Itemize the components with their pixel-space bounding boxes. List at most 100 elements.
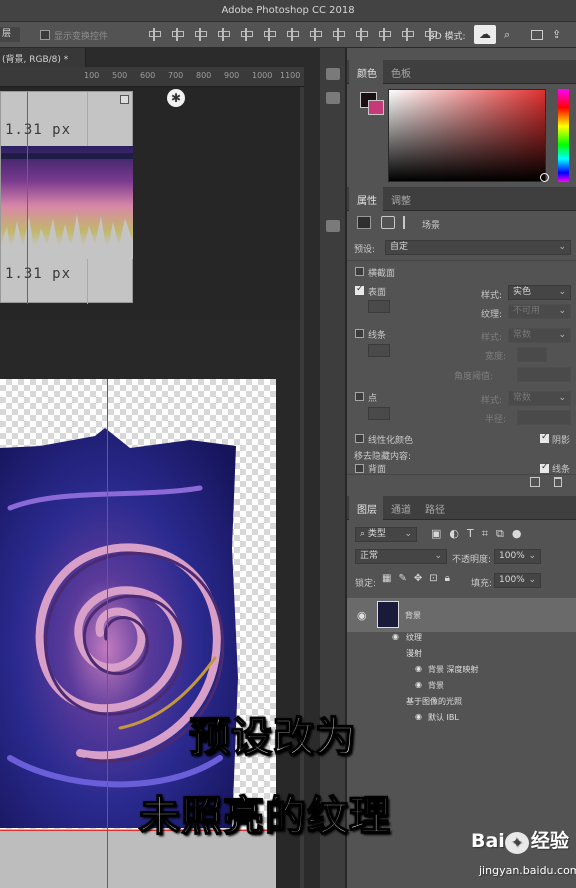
options-bar: 层 显示变换控件 3D 模式: ☁ ⌕ ⇪ bbox=[0, 22, 576, 48]
measurement-preview: 1.31 px 1.31 px bbox=[0, 91, 133, 304]
lock-transparency-icon[interactable]: ▦ bbox=[382, 573, 391, 584]
align-icon[interactable] bbox=[148, 28, 161, 41]
lines-checkbox[interactable] bbox=[355, 329, 364, 338]
tab-color[interactable]: 颜色 bbox=[357, 65, 377, 80]
width-field[interactable] bbox=[517, 347, 547, 362]
blue-guide bbox=[107, 379, 108, 888]
sub-item-default-ibl[interactable]: 默认 IBL bbox=[428, 712, 459, 723]
lock-artboard-icon[interactable]: ⊡ bbox=[429, 573, 437, 584]
paw-icon: ✦ bbox=[504, 832, 529, 854]
show-transform-checkbox[interactable] bbox=[40, 30, 50, 40]
sub-item-texture[interactable]: 纹理 bbox=[406, 632, 422, 643]
surface-checkbox[interactable] bbox=[355, 284, 364, 295]
lock-icons: ▦ ✎ ✥ ⊡ 🔒︎ bbox=[382, 573, 450, 584]
tab-swatches[interactable]: 色板 bbox=[391, 65, 411, 80]
sub-item-ibl[interactable]: 基于图像的光照 bbox=[406, 696, 462, 707]
lines-style-dropdown[interactable]: 常数 ⌄ bbox=[508, 328, 571, 343]
type-filter-icon[interactable]: T bbox=[467, 527, 474, 541]
blend-mode-dropdown[interactable]: 正常 ⌄ bbox=[355, 549, 447, 564]
linearize-colors-checkbox[interactable] bbox=[355, 434, 364, 443]
swirl-3d-artwork[interactable] bbox=[0, 428, 240, 828]
lines-color-swatch[interactable] bbox=[368, 344, 390, 357]
measurement-top: 1.31 px bbox=[5, 122, 72, 138]
preset-label: 预设: bbox=[354, 245, 376, 255]
radius-field[interactable] bbox=[517, 410, 571, 425]
tab-properties[interactable]: 属性 bbox=[357, 192, 377, 207]
preview-resize-icon[interactable] bbox=[120, 95, 129, 104]
tab-channels[interactable]: 通道 bbox=[391, 501, 411, 516]
distribute-icon[interactable] bbox=[309, 28, 322, 41]
align-icon[interactable] bbox=[263, 28, 276, 41]
visibility-eye-icon[interactable]: ◉ bbox=[415, 712, 422, 721]
scene-label[interactable]: 场景 bbox=[422, 218, 440, 231]
shape-filter-icon[interactable]: ⌗ bbox=[482, 527, 488, 541]
points-checkbox[interactable] bbox=[355, 392, 364, 401]
color-picker-field[interactable] bbox=[388, 89, 549, 182]
preset-dropdown[interactable]: 自定 ⌄ bbox=[385, 240, 571, 255]
shadow-checkbox[interactable] bbox=[540, 432, 549, 443]
cloud-icon[interactable]: ☁ bbox=[474, 25, 496, 44]
color-picker-ring[interactable] bbox=[540, 173, 549, 182]
share-icon[interactable]: ⇪ bbox=[552, 28, 561, 41]
align-icon[interactable] bbox=[171, 28, 184, 41]
workspace-icon[interactable] bbox=[531, 30, 543, 40]
distribute-icon[interactable] bbox=[401, 28, 414, 41]
lines-hidden-checkbox[interactable] bbox=[540, 462, 549, 473]
hue-slider[interactable] bbox=[558, 89, 569, 182]
points-style-dropdown[interactable]: 常数 ⌄ bbox=[508, 391, 571, 406]
texture-dropdown[interactable]: 不可用 ⌄ bbox=[508, 304, 571, 319]
ruler-tick: 800 bbox=[196, 71, 212, 80]
sub-item-depth-map[interactable]: 背景 深度映射 bbox=[428, 664, 479, 675]
visibility-eye-icon[interactable]: ◉ bbox=[392, 632, 399, 641]
light-icon[interactable] bbox=[403, 216, 417, 229]
distribute-icon[interactable] bbox=[378, 28, 391, 41]
align-icon[interactable] bbox=[194, 28, 207, 41]
filter-kind: 类型 bbox=[367, 529, 386, 539]
sub-item-background[interactable]: 背景 bbox=[428, 680, 444, 691]
lock-all-icon[interactable]: 🔒︎ bbox=[445, 573, 450, 584]
surface-color-swatch[interactable] bbox=[368, 300, 390, 313]
points-color-swatch[interactable] bbox=[368, 407, 390, 420]
panel-icon[interactable] bbox=[326, 68, 340, 80]
adjustment-filter-icon[interactable]: ◐ bbox=[449, 527, 459, 541]
shadow-label: 阴影 bbox=[552, 436, 571, 446]
align-icon[interactable] bbox=[217, 28, 230, 41]
visibility-eye-icon[interactable]: ◉ bbox=[357, 609, 367, 622]
search-icon[interactable]: ⌕ bbox=[504, 28, 510, 42]
cross-section-checkbox[interactable] bbox=[355, 267, 364, 276]
surface-style-dropdown[interactable]: 实色 ⌄ bbox=[508, 285, 571, 300]
layer-filter-dropdown[interactable]: ⌕ 类型 ⌄ bbox=[355, 527, 417, 542]
layer-row-background[interactable]: ◉ 背景 bbox=[347, 598, 576, 632]
sub-item-diffuse[interactable]: 漫射 bbox=[406, 648, 422, 659]
visibility-eye-icon[interactable]: ◉ bbox=[415, 664, 422, 673]
smart-object-filter-icon[interactable]: ⧉ bbox=[496, 527, 504, 541]
ruler-ticks: 100 500 600 700 800 900 1000 1100 bbox=[84, 71, 308, 80]
auto-select-layer-dropdown[interactable]: 层 bbox=[0, 27, 20, 42]
opacity-field[interactable]: 100% ⌄ bbox=[494, 549, 541, 564]
visibility-eye-icon[interactable]: ◉ bbox=[415, 680, 422, 689]
render-icon[interactable] bbox=[530, 477, 540, 487]
distribute-icon[interactable] bbox=[332, 28, 345, 41]
material-icon[interactable] bbox=[381, 216, 395, 229]
filter-toggle-icon[interactable]: ● bbox=[512, 527, 522, 541]
tab-adjustments[interactable]: 调整 bbox=[391, 192, 411, 207]
pixel-filter-icon[interactable]: ▣ bbox=[431, 527, 441, 541]
document-tab[interactable]: (背景, RGB/8) * bbox=[0, 48, 86, 67]
lock-brush-icon[interactable]: ✎ bbox=[398, 573, 406, 584]
panel-icon[interactable] bbox=[326, 92, 340, 104]
background-color-swatch[interactable] bbox=[368, 100, 384, 115]
distribute-icon[interactable] bbox=[286, 28, 299, 41]
panel-icon[interactable] bbox=[326, 220, 340, 232]
tab-paths[interactable]: 路径 bbox=[425, 501, 445, 516]
divider bbox=[347, 260, 576, 261]
fill-field[interactable]: 100% ⌄ bbox=[494, 573, 541, 588]
light-source-icon[interactable]: ✱ bbox=[167, 89, 185, 107]
mesh-icon[interactable] bbox=[357, 216, 371, 229]
distribute-icon[interactable] bbox=[355, 28, 368, 41]
align-icon[interactable] bbox=[240, 28, 253, 41]
angle-threshold-field[interactable] bbox=[517, 367, 571, 382]
trash-icon[interactable] bbox=[554, 477, 562, 487]
lock-position-icon[interactable]: ✥ bbox=[414, 573, 422, 584]
tab-layers[interactable]: 图层 bbox=[357, 501, 377, 516]
back-faces-checkbox[interactable] bbox=[355, 464, 364, 473]
